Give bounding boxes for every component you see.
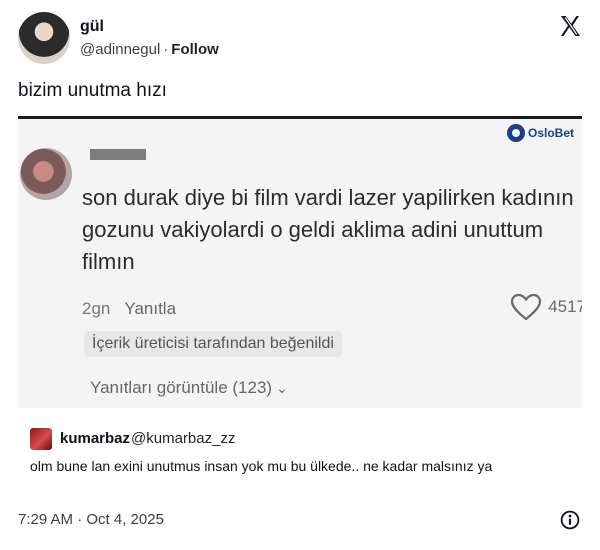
quote-avatar[interactable]	[30, 428, 52, 450]
tweet-media-image[interactable]: OsloBet son durak diye bi film vardi laz…	[18, 116, 582, 408]
comment-like: 4517	[510, 293, 582, 321]
author-names: gül @adinnegul · Follow	[80, 17, 219, 60]
comment-reply-label: Yanıtla	[124, 299, 177, 318]
tweet-timestamp[interactable]: 7:29 AM · Oct 4, 2025	[18, 511, 164, 528]
tweet-header: gül @adinnegul · Follow	[18, 12, 582, 66]
view-replies-label: Yanıtları görüntüle (123)	[90, 378, 273, 397]
author-display-name[interactable]: gül	[80, 17, 219, 37]
comment-text: son durak diye bi film vardi lazer yapil…	[82, 185, 574, 274]
comment-username-redacted	[90, 149, 146, 160]
tweet-text: bizim unutma hızı	[18, 80, 167, 101]
info-icon[interactable]	[560, 510, 580, 530]
chevron-down-icon: ⌄	[276, 380, 288, 396]
quote-handle[interactable]: @kumarbaz_zz	[131, 430, 235, 447]
author-handle-row: @adinnegul · Follow	[80, 40, 219, 60]
creator-liked-badge: İçerik üreticisi tarafından beğenildi	[84, 331, 342, 357]
comment-like-count: 4517	[548, 297, 582, 316]
follow-button[interactable]: Follow	[171, 41, 219, 58]
comment-age: 2gn	[82, 299, 111, 318]
author-avatar[interactable]	[18, 12, 70, 64]
comment-meta: 2gn Yanıtla	[82, 299, 176, 319]
quote-text: olm bune lan exini unutmus insan yok mu …	[30, 458, 493, 474]
view-replies: Yanıtları görüntüle (123) ⌄	[90, 378, 288, 398]
comment-avatar	[20, 148, 72, 200]
x-logo-icon[interactable]	[558, 14, 582, 38]
separator-dot: ·	[163, 41, 169, 58]
author-handle[interactable]: @adinnegul	[80, 41, 160, 58]
brand-name: OsloBet	[527, 126, 574, 140]
quote-display-name[interactable]: kumarbaz	[60, 430, 130, 447]
brand-watermark: OsloBet	[506, 122, 574, 144]
quote-header: kumarbaz@kumarbaz_zz	[60, 430, 235, 447]
brand-logo-icon	[506, 124, 525, 142]
media-top-divider	[18, 116, 582, 119]
heart-icon	[511, 293, 542, 321]
